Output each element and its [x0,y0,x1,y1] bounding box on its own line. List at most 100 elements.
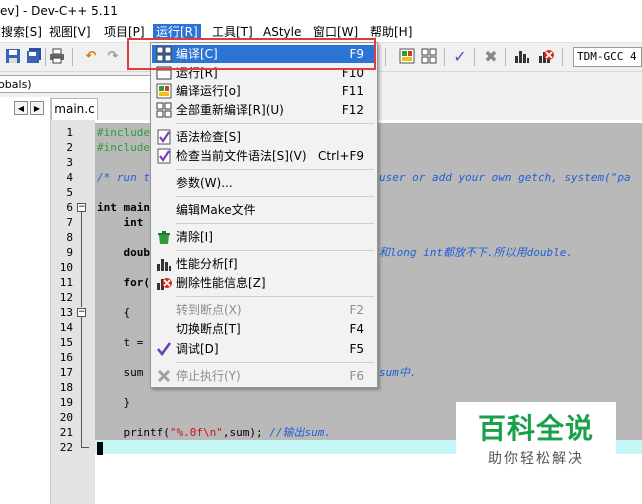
menu-item-shortcut: F12 [341,103,364,117]
line-number: 1 [66,126,73,139]
undo-icon[interactable]: ↶ [82,48,100,66]
save-icon[interactable] [4,48,22,66]
highlight-annotation-box [127,38,376,70]
line-number: 7 [66,216,73,229]
menu-search[interactable]: 搜索[S] [0,24,45,40]
line-number: 20 [59,411,73,424]
menu-item-label: 切换断点[T] [176,322,241,336]
menu-item-parameters[interactable]: 参数(W)... [152,174,376,192]
delete-profile-icon [156,275,172,291]
line-number: 8 [66,231,73,244]
window-title: ev] - Dev-C++ 5.11 [0,4,118,18]
tab-scroll-right-icon[interactable]: ▶ [30,101,44,115]
line-number: 13 [59,306,73,319]
code-line: doub [97,246,150,259]
menu-item-rebuild-all[interactable]: 全部重新编译[R](U) F12 [152,101,376,119]
menu-item-label: 参数(W)... [176,176,233,190]
line-number: 4 [66,171,73,184]
line-number: 21 [59,426,73,439]
line-number: 19 [59,396,73,409]
line-number: 18 [59,381,73,394]
code-line: t = [97,336,150,349]
watermark-subtitle: 助你轻松解决 [488,451,584,467]
toolbar-separator [385,48,386,66]
menu-item-label: 语法检查[S] [176,130,241,144]
menu-item-clean[interactable]: 清除[I] [152,228,376,246]
menu-separator [176,123,374,124]
menu-view[interactable]: 视图[V] [46,24,94,40]
fold-guide [81,447,89,448]
text-caret [97,441,103,455]
redo-icon[interactable]: ↷ [104,48,122,66]
code-line: int main [97,201,150,214]
compile-run-icon [156,83,172,99]
line-number: 17 [59,366,73,379]
rebuild-toolbar-icon[interactable] [420,48,438,66]
tab-main-c[interactable]: main.c [51,98,98,120]
menu-item-label: 删除性能信息[Z] [176,276,266,290]
stop-toolbar-icon[interactable]: ✖ [482,48,500,66]
code-token: #include [97,141,150,154]
menu-item-shortcut: F11 [341,84,364,98]
code-token: ,sum); [222,426,270,439]
debug-check-icon [156,341,172,357]
menu-item-delete-profile[interactable]: 删除性能信息[Z] [152,274,376,292]
menu-separator [176,250,374,251]
compile-run-toolbar-icon[interactable] [398,48,416,66]
title-bar: ev] - Dev-C++ 5.11 [0,0,642,22]
watermark-logo: 百科全说 助你轻松解决 [456,402,616,478]
code-token: user or add your own getch, system("pa [379,171,631,184]
line-number: 12 [59,291,73,304]
line-number: 15 [59,336,73,349]
code-line: /* run t [97,170,150,185]
line-number: 22 [59,441,73,454]
menu-item-syntax-check[interactable]: 语法检查[S] [152,128,376,146]
code-token: "%.0f\n" [169,426,223,439]
menu-item-edit-makefile[interactable]: 编辑Make文件 [152,201,376,219]
menu-item-label: 全部重新编译[R](U) [176,103,284,117]
tab-scroll-left-icon[interactable]: ◀ [14,101,28,115]
menu-item-debug[interactable]: 调试[D] F5 [152,340,376,358]
toolbar-separator [45,48,46,66]
menu-item-profile[interactable]: 性能分析[f] [152,255,376,273]
code-token: printf( [97,426,170,439]
menu-separator [176,296,374,297]
menu-item-shortcut: F4 [349,322,364,336]
menu-item-label: 清除[I] [176,230,213,244]
menu-item-label: 检查当前文件语法[S](V) [176,149,307,163]
save-all-icon[interactable] [25,48,43,66]
code-token: /* run t [97,171,150,184]
debug-toolbar-icon[interactable]: ✓ [451,48,469,66]
menu-item-compile-run[interactable]: 编译运行[o] F11 [152,82,376,100]
menu-item-toggle-breakpoint[interactable]: 切换断点[T] F4 [152,320,376,338]
clean-icon [156,229,172,245]
scope-select[interactable]: lobals) [0,75,155,93]
fold-guide [81,212,82,307]
delete-profile-toolbar-icon[interactable] [537,48,555,66]
menu-item-goto-breakpoint: 转到断点(X) F2 [152,301,376,319]
compiler-select[interactable]: TDM-GCC 4 [573,47,642,67]
code-line: printf("%.0f\n",sum); //输出sum. [97,425,330,440]
code-token: 和long int都放不下.所以用double. [379,246,573,259]
watermark-title: 百科全说 [477,412,594,445]
menu-separator [176,223,374,224]
menu-item-shortcut: Ctrl+F9 [318,149,364,163]
menu-item-label: 转到断点(X) [176,303,242,317]
syntax-check-icon [156,129,172,145]
line-number: 3 [66,156,73,169]
print-icon[interactable] [48,48,66,66]
toolbar-separator [72,48,73,66]
profile-toolbar-icon[interactable] [513,48,531,66]
fold-toggle-icon[interactable]: − [77,203,86,212]
code-line: int [97,216,150,229]
profile-icon [156,256,172,272]
toolbar-separator [562,48,563,66]
menu-separator [176,169,374,170]
menu-separator [176,196,374,197]
fold-toggle-icon[interactable]: − [77,308,86,317]
code-line: sum [97,366,150,379]
menu-item-syntax-check-file[interactable]: 检查当前文件语法[S](V) Ctrl+F9 [152,147,376,165]
menu-item-label: 编译运行[o] [176,84,241,98]
line-number: 11 [59,276,73,289]
menu-item-label: 编辑Make文件 [176,203,256,217]
